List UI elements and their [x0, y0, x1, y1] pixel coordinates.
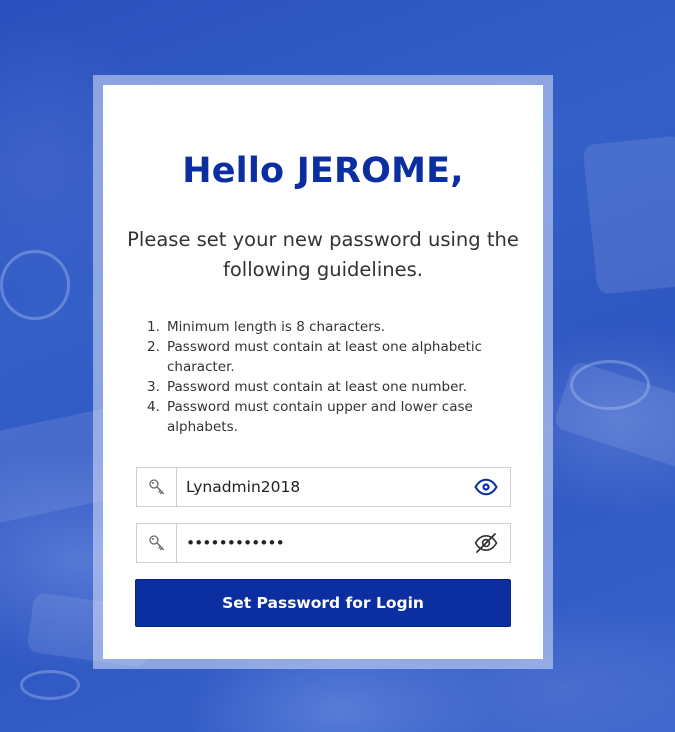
set-password-button[interactable]: Set Password for Login: [135, 579, 511, 627]
greeting-prefix: Hello: [182, 151, 285, 191]
greeting-heading: Hello JEROME,: [103, 151, 543, 191]
password-guidelines-list: 1. Minimum length is 8 characters. 2. Pass…: [147, 317, 513, 437]
eye-slash-icon[interactable]: [462, 524, 510, 562]
guideline-item: 2. Password must contain at least one alp…: [147, 339, 483, 375]
card-frame: Hello JEROME, Please set your new passwo…: [93, 75, 553, 669]
set-password-card: Hello JEROME, Please set your new passwo…: [103, 85, 543, 659]
guideline-item: 3. Password must contain at least one num…: [147, 379, 468, 395]
guideline-item: 4. Password must contain upper and lower …: [147, 399, 473, 435]
guideline-item: 1. Minimum length is 8 characters.: [147, 319, 386, 335]
new-password-field: [136, 467, 511, 507]
new-password-input[interactable]: [177, 468, 462, 506]
instructions-text: Please set your new password using the f…: [127, 228, 519, 281]
key-icon: [137, 524, 177, 562]
confirm-password-input[interactable]: [177, 524, 462, 562]
greeting-suffix: ,: [450, 151, 464, 191]
confirm-password-field: [136, 523, 511, 563]
eye-icon[interactable]: [462, 468, 510, 506]
user-name: JEROME: [296, 151, 451, 191]
key-icon: [137, 468, 177, 506]
